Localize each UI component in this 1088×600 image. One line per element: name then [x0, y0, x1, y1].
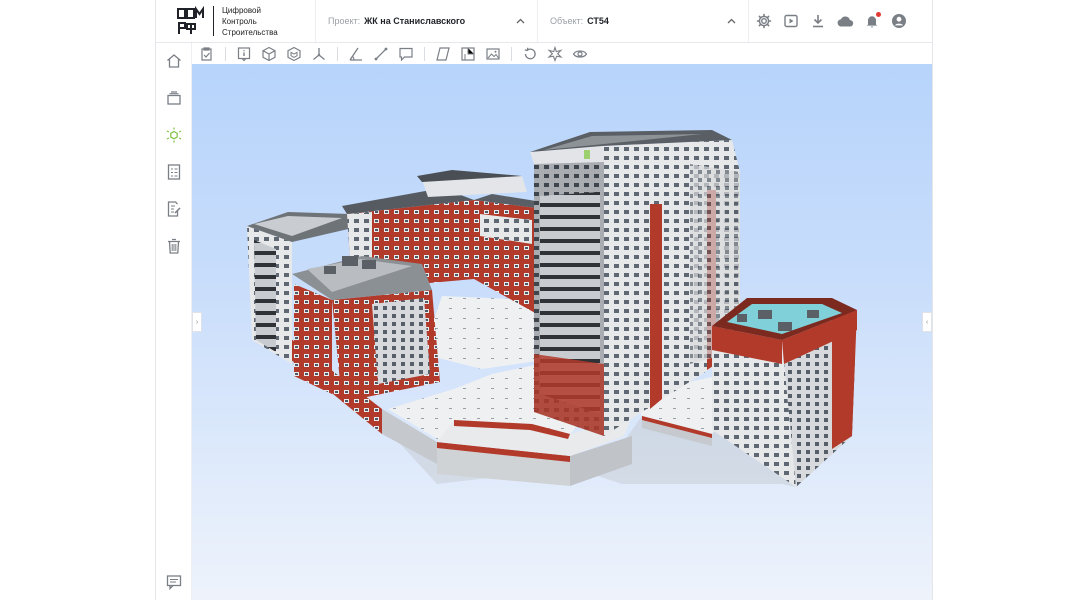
object-value: СТ54 [587, 16, 609, 26]
toolbar-divider [511, 46, 512, 61]
layers-icon[interactable] [164, 88, 184, 108]
angle-measure-icon[interactable] [347, 45, 365, 63]
object-label: Объект: [550, 16, 584, 26]
video-play-icon[interactable] [782, 12, 800, 30]
roof-unit [807, 310, 819, 318]
roof-box [324, 266, 336, 274]
report-check-icon[interactable] [198, 45, 216, 63]
project-value: ЖК на Станиславского [364, 16, 466, 26]
trash-icon[interactable] [164, 236, 184, 256]
right-block-right-red-corner [832, 310, 857, 449]
roof-unit [758, 310, 772, 319]
image-icon[interactable] [484, 45, 502, 63]
chevron-left-icon: ‹ [925, 318, 929, 326]
tower-right-red-strip [650, 204, 662, 409]
chevron-up-icon [727, 16, 736, 26]
chat-icon[interactable] [164, 572, 184, 592]
top-bar: Цифровой Контроль Строительства Проект: … [156, 0, 932, 43]
reset-view-icon[interactable] [521, 45, 539, 63]
checklist-icon[interactable] [164, 162, 184, 182]
info-icon[interactable] [235, 45, 253, 63]
wing-left-balconies [254, 240, 276, 352]
right-panel-toggle[interactable]: ‹ [922, 312, 932, 332]
project-label: Проект: [328, 16, 361, 26]
cloud-icon[interactable] [836, 12, 854, 30]
left-panel-toggle[interactable]: › [192, 312, 202, 332]
left-nav [156, 43, 192, 600]
chevron-up-icon [516, 16, 525, 26]
brand[interactable]: Цифровой Контроль Строительства [156, 0, 316, 42]
gear-icon[interactable] [755, 12, 773, 30]
roof-box [362, 260, 376, 269]
notification-badge [876, 12, 881, 17]
distance-measure-icon[interactable] [372, 45, 390, 63]
roof-vent-green [584, 150, 590, 159]
toolbar-divider [424, 46, 425, 61]
toolbar-divider [225, 46, 226, 61]
3d-viewport[interactable]: › ‹ [192, 64, 932, 600]
roof-unit [737, 314, 747, 322]
visibility-icon[interactable] [571, 45, 589, 63]
toolbar-divider [337, 46, 338, 61]
home-icon[interactable] [164, 51, 184, 71]
download-icon[interactable] [809, 12, 827, 30]
edit-document-icon[interactable] [164, 199, 184, 219]
section-cube-icon[interactable] [285, 45, 303, 63]
cube-icon[interactable] [260, 45, 278, 63]
plane-icon[interactable] [434, 45, 452, 63]
dom-rf-logo-icon [177, 6, 204, 34]
model-icon[interactable] [164, 125, 184, 145]
brand-line-1: Цифровой [222, 5, 261, 15]
header-actions [755, 12, 932, 30]
logo-divider [213, 6, 214, 36]
roof-unit [778, 322, 792, 331]
app-window: Цифровой Контроль Строительства Проект: … [155, 0, 933, 600]
axes-icon[interactable] [310, 45, 328, 63]
explode-icon[interactable] [546, 45, 564, 63]
bell-icon[interactable] [863, 12, 881, 30]
viewer-toolbar [192, 43, 932, 64]
brand-text: Цифровой Контроль Строительства [222, 5, 278, 38]
object-selector[interactable]: Объект: СТ54 [538, 0, 749, 42]
brand-line-3: Строительства [222, 27, 278, 37]
brand-line-2: Контроль [222, 16, 257, 26]
roof-box [342, 256, 358, 266]
block-front-left-side [294, 284, 332, 394]
building-model[interactable] [192, 64, 932, 600]
chevron-right-icon: › [195, 318, 199, 326]
account-icon[interactable] [890, 12, 908, 30]
block-front-left-windows [372, 298, 430, 384]
floor-plan-icon[interactable] [459, 45, 477, 63]
project-selector[interactable]: Проект: ЖК на Станиславского [316, 0, 538, 42]
comment-icon[interactable] [397, 45, 415, 63]
